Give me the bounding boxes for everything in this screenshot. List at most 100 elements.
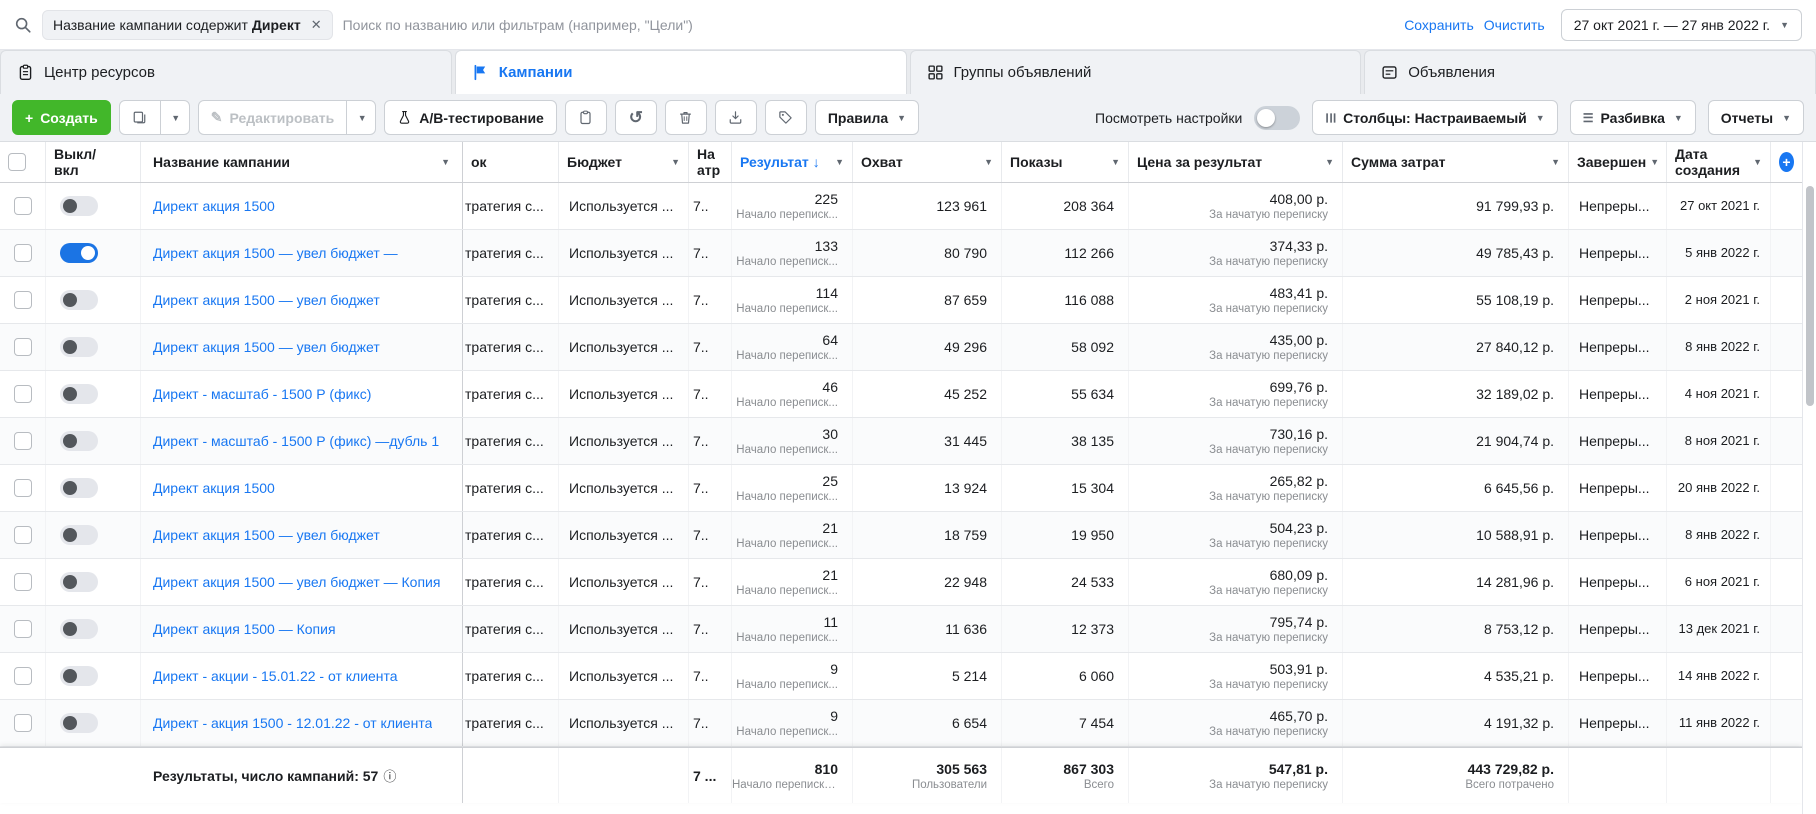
column-header-toggle: Выкл/ вкл: [46, 142, 141, 182]
result-cell: 9 Начало переписк...: [732, 653, 853, 699]
created-cell: 4 ноя 2021 г.: [1667, 371, 1771, 417]
ends-cell: Непреры...: [1569, 418, 1667, 464]
campaign-toggle[interactable]: [60, 290, 98, 310]
column-header-impressions[interactable]: Показы ▼: [1002, 142, 1129, 182]
campaign-name-link[interactable]: Директ акция 1500: [153, 480, 275, 496]
tab-campaigns[interactable]: Кампании: [454, 50, 907, 94]
vertical-scrollbar[interactable]: [1802, 142, 1816, 814]
row-checkbox[interactable]: [13, 197, 32, 215]
row-checkbox[interactable]: [13, 385, 32, 403]
spent-cell: 55 108,19 р.: [1343, 277, 1569, 323]
tab-label: Центр ресурсов: [44, 64, 155, 81]
row-checkbox[interactable]: [13, 479, 32, 497]
tag-button[interactable]: [764, 100, 807, 135]
scrollbar-thumb[interactable]: [1806, 186, 1814, 406]
column-header-result[interactable]: Результат ↓ ▼: [732, 142, 853, 182]
campaign-name-link[interactable]: Директ акция 1500 — Копия: [153, 621, 336, 637]
campaign-name-link[interactable]: Директ - масштаб - 1500 Р (фикс): [153, 386, 371, 402]
row-checkbox[interactable]: [13, 667, 32, 685]
column-header-budget[interactable]: Бюджет ▼: [559, 142, 689, 182]
campaign-toggle[interactable]: [60, 713, 98, 733]
flask-icon: [397, 110, 412, 125]
reports-button[interactable]: Отчеты ▼: [1707, 100, 1804, 135]
select-all-checkbox[interactable]: [8, 153, 26, 171]
campaign-toggle[interactable]: [60, 337, 98, 357]
campaign-name-link[interactable]: Директ акция 1500 — увел бюджет: [153, 292, 380, 308]
clipboard-button[interactable]: [564, 100, 607, 135]
save-filter-link[interactable]: Сохранить: [1404, 17, 1474, 33]
campaign-toggle[interactable]: [60, 196, 98, 216]
filter-chip[interactable]: Название кампании содержит Директ ✕: [42, 9, 333, 40]
reach-cell: 80 790: [853, 230, 1002, 276]
breakdown-label: Разбивка: [1600, 109, 1665, 126]
column-header-attribution[interactable]: На атр: [689, 142, 732, 182]
attribution-cell: 7..: [689, 559, 732, 605]
cost-per-result-cell: 503,91 р. За начатую переписку: [1129, 653, 1343, 699]
row-checkbox[interactable]: [13, 244, 32, 262]
add-column-icon[interactable]: +: [1779, 152, 1794, 172]
row-checkbox[interactable]: [13, 714, 32, 732]
campaign-name-link[interactable]: Директ акция 1500 — увел бюджет —: [153, 245, 398, 261]
campaign-toggle[interactable]: [60, 666, 98, 686]
row-checkbox[interactable]: [13, 620, 32, 638]
campaign-name-link[interactable]: Директ - масштаб - 1500 Р (фикс) —дубль …: [153, 433, 439, 449]
row-checkbox[interactable]: [13, 291, 32, 309]
row-checkbox[interactable]: [13, 432, 32, 450]
view-settings-toggle[interactable]: [1254, 105, 1301, 130]
column-header-created[interactable]: Дата создания ▼: [1667, 142, 1771, 182]
create-label: Создать: [40, 109, 98, 126]
ab-test-button[interactable]: A/B-тестирование: [384, 100, 557, 135]
duplicate-button[interactable]: [118, 100, 161, 135]
campaign-toggle[interactable]: [60, 431, 98, 451]
campaign-name-link[interactable]: Директ акция 1500 — увел бюджет — Копия: [153, 574, 440, 590]
row-checkbox[interactable]: [13, 573, 32, 591]
tab-resource-center[interactable]: Центр ресурсов: [0, 50, 452, 94]
edit-button[interactable]: ✎ Редактировать: [197, 100, 348, 135]
duplicate-dropdown-button[interactable]: ▼: [159, 100, 190, 135]
budget-cell: Используется ...: [559, 324, 689, 370]
column-header-reach[interactable]: Охват ▼: [853, 142, 1002, 182]
rules-button[interactable]: Правила ▼: [814, 100, 920, 135]
export-button[interactable]: [714, 100, 757, 135]
row-checkbox[interactable]: [13, 338, 32, 356]
tab-ads[interactable]: Объявления: [1364, 50, 1816, 94]
campaign-name-link[interactable]: Директ акция 1500 — увел бюджет: [153, 339, 380, 355]
campaign-toggle[interactable]: [60, 384, 98, 404]
clear-filter-link[interactable]: Очистить: [1484, 17, 1545, 33]
date-range-label: 27 окт 2021 г. — 27 янв 2022 г.: [1573, 16, 1771, 33]
column-header-spent[interactable]: Сумма затрат ▼: [1343, 142, 1569, 182]
campaign-name-link[interactable]: Директ - акция 1500 - 12.01.22 - от клие…: [153, 715, 432, 731]
edit-dropdown-button[interactable]: ▼: [346, 100, 377, 135]
date-range-picker[interactable]: 27 окт 2021 г. — 27 янв 2022 г. ▼: [1560, 8, 1802, 41]
tab-adsets[interactable]: Группы объявлений: [909, 50, 1362, 94]
column-header-bid-strategy[interactable]: ок: [463, 142, 559, 182]
row-checkbox[interactable]: [13, 526, 32, 544]
tab-label: Кампании: [498, 64, 573, 81]
campaign-toggle[interactable]: [60, 619, 98, 639]
undo-button[interactable]: ↺: [614, 100, 657, 135]
clipboard-icon: [17, 64, 34, 81]
filter-chip-close-icon[interactable]: ✕: [311, 17, 322, 33]
campaign-toggle[interactable]: [60, 572, 98, 592]
column-header-name[interactable]: Название кампании ▼: [141, 142, 463, 182]
search-input[interactable]: [342, 16, 1395, 33]
breakdown-button[interactable]: ☰ Разбивка ▼: [1569, 100, 1696, 135]
campaign-toggle[interactable]: [60, 478, 98, 498]
cost-per-result-cell: 435,00 р. За начатую переписку: [1129, 324, 1343, 370]
budget-cell: Используется ...: [559, 230, 689, 276]
columns-button[interactable]: ☰ Столбцы: Настраиваемый ▼: [1312, 100, 1558, 135]
campaign-name-link[interactable]: Директ акция 1500 — увел бюджет: [153, 527, 380, 543]
column-header-ends[interactable]: Завершен ▼: [1569, 142, 1667, 182]
delete-button[interactable]: [664, 100, 707, 135]
campaign-name-link[interactable]: Директ - акции - 15.01.22 - от клиента: [153, 668, 398, 684]
tab-bar: Центр ресурсов Кампании Группы объявлени…: [0, 50, 1816, 94]
chevron-down-icon: ▼: [671, 156, 680, 167]
campaign-toggle[interactable]: [60, 525, 98, 545]
campaign-name-link[interactable]: Директ акция 1500: [153, 198, 275, 214]
info-icon[interactable]: ⓘ: [383, 766, 396, 785]
column-header-cost-per-result[interactable]: Цена за результат ▼: [1129, 142, 1343, 182]
campaign-toggle[interactable]: [60, 243, 98, 263]
column-header-select-all[interactable]: [0, 142, 46, 182]
impressions-cell: 7 454: [1002, 700, 1129, 746]
create-button[interactable]: + Создать: [12, 100, 111, 135]
